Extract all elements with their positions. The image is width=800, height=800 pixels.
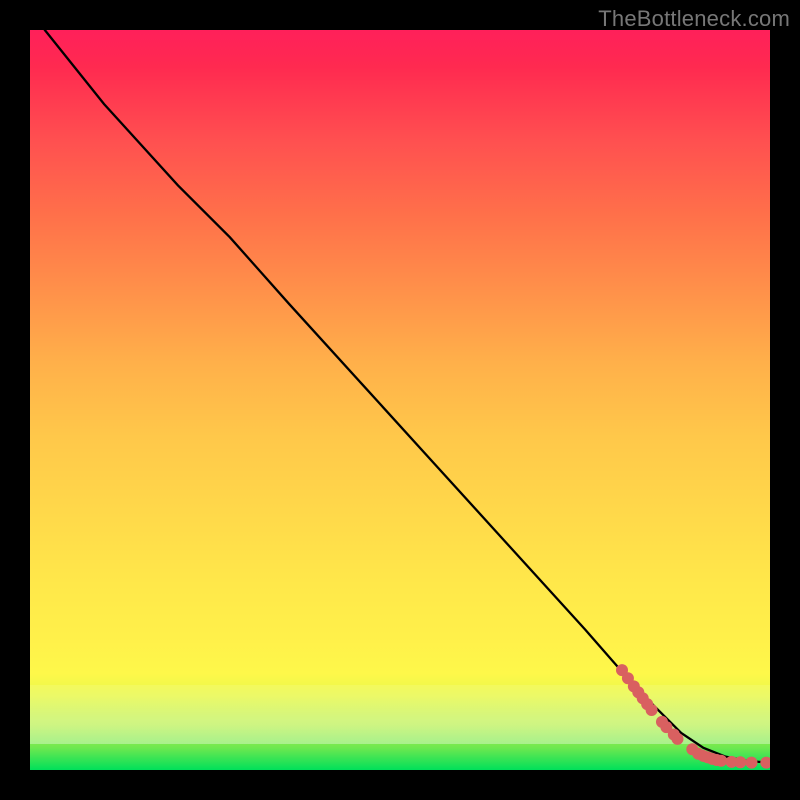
curve-overlay	[30, 30, 770, 770]
watermark-text: TheBottleneck.com	[598, 6, 790, 32]
scatter-point	[672, 733, 684, 745]
scatter-point	[715, 755, 727, 767]
scatter-point	[746, 757, 758, 769]
scatter-point	[646, 704, 658, 716]
chart-frame: TheBottleneck.com	[0, 0, 800, 800]
curve-line	[45, 30, 770, 763]
scatter-point	[760, 757, 770, 769]
scatter-point	[734, 756, 746, 768]
scatter-points	[616, 664, 770, 769]
plot-area	[30, 30, 770, 770]
